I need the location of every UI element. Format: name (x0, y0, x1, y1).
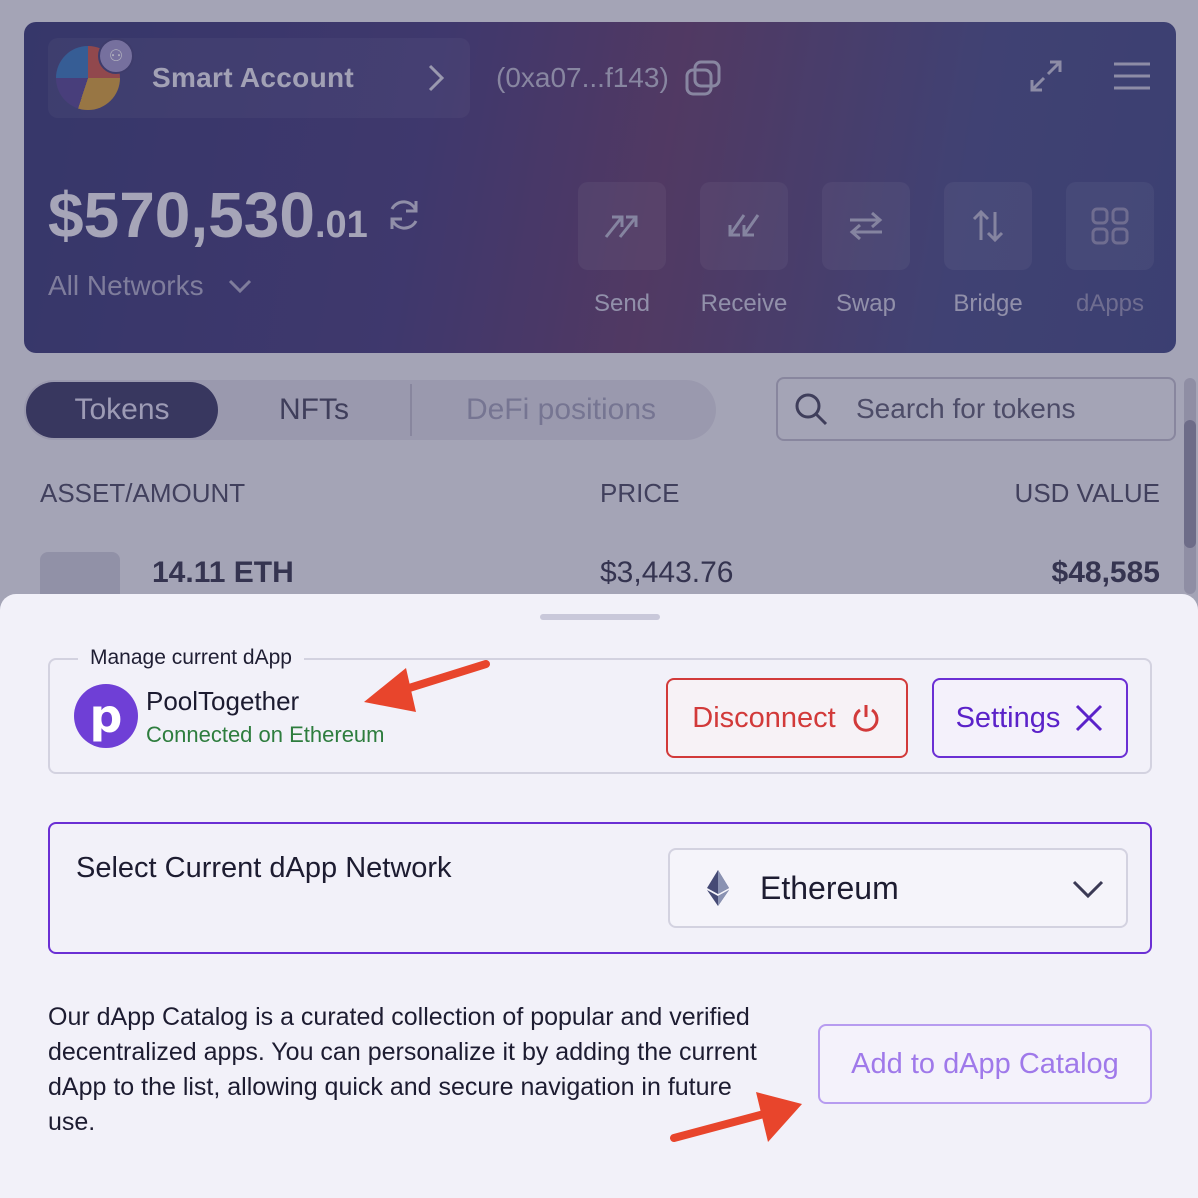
manage-dapp-section: Manage current dApp p PoolTogether Conne… (48, 646, 1152, 774)
network-section-title: Select Current dApp Network (76, 852, 452, 884)
annotation-arrow-icon (364, 660, 490, 712)
manage-legend: Manage current dApp (78, 646, 304, 670)
network-select[interactable]: Ethereum (668, 848, 1128, 928)
network-selected-value: Ethereum (760, 869, 899, 906)
power-icon (853, 705, 879, 732)
dapp-network-section: Select Current dApp Network Ethereum (48, 822, 1152, 954)
disconnect-label: Disconnect (692, 701, 836, 734)
dapp-connection-status: Connected on Ethereum (146, 722, 385, 747)
close-icon (1076, 704, 1103, 732)
sheet-drag-handle[interactable] (540, 614, 660, 620)
dapp-catalog-description: Our dApp Catalog is a curated collection… (48, 1003, 757, 1136)
add-to-dapp-catalog-button[interactable]: Add to dApp Catalog (818, 1024, 1152, 1104)
dapp-bottom-sheet: Manage current dApp p PoolTogether Conne… (0, 594, 1198, 1198)
annotation-arrow-icon (670, 1092, 802, 1142)
disconnect-button[interactable]: Disconnect (666, 678, 908, 758)
dapp-name: PoolTogether (146, 686, 300, 716)
pooltogether-logo: p (74, 684, 138, 748)
settings-button[interactable]: Settings (932, 678, 1128, 758)
ethereum-icon (707, 870, 729, 906)
chevron-down-icon (1072, 880, 1104, 899)
settings-label: Settings (955, 701, 1061, 734)
